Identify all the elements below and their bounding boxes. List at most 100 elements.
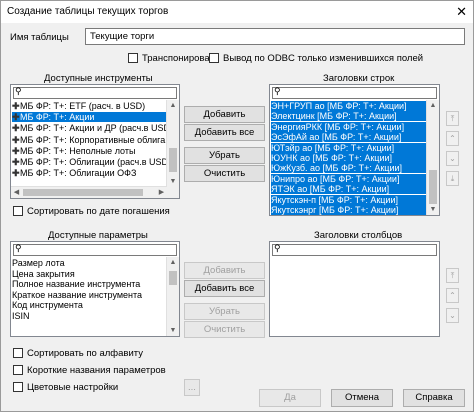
- parameters-list[interactable]: ⚲ Размер лота Цена закрытия Полное названи…: [10, 241, 180, 337]
- color-settings-more-button[interactable]: ...: [184, 379, 200, 396]
- scroll-thumb[interactable]: [169, 148, 177, 172]
- move-bottom-icon[interactable]: ⤓: [446, 171, 459, 186]
- parameters-search[interactable]: ⚲: [13, 243, 177, 256]
- scroll-up-icon[interactable]: ▲: [167, 100, 179, 111]
- remove-button[interactable]: Убрать: [184, 147, 265, 164]
- expand-icon[interactable]: ✚: [12, 135, 20, 145]
- table-name-input[interactable]: Текущие торги: [85, 28, 465, 45]
- parameters-vscroll[interactable]: ▲ ▼: [166, 257, 179, 336]
- row-header-item-label: Якутскэнрг [МБ ФР: Т+: Акции]: [271, 205, 399, 215]
- parameter-item[interactable]: Полное название инструмента: [12, 279, 166, 289]
- parameter-item-label: Размер лота: [12, 258, 65, 268]
- scroll-left-icon[interactable]: ◀: [11, 187, 22, 198]
- clear-button[interactable]: Очистить: [184, 165, 265, 182]
- scroll-down-icon[interactable]: ▼: [427, 204, 439, 215]
- col-headers-search[interactable]: ⚲: [272, 243, 437, 256]
- move-up-icon[interactable]: ⌃: [446, 131, 459, 146]
- short-names-checkbox[interactable]: [13, 365, 23, 375]
- parameter-item[interactable]: Код инструмента: [12, 300, 166, 310]
- expand-icon[interactable]: ✚: [12, 168, 20, 178]
- odbc-checkbox[interactable]: [209, 53, 219, 63]
- row-header-item-label: Якутскэн-п [МБ ФР: Т+: Акции]: [271, 194, 398, 205]
- instrument-item[interactable]: ✚МБ ФР: Т+: Облигации (расч.в USD: [12, 157, 168, 167]
- parameter-item[interactable]: Краткое название инструмента: [12, 290, 166, 300]
- instrument-item[interactable]: ✚МБ ФР: Т+: Облигации ОФЗ: [12, 168, 166, 178]
- instrument-item[interactable]: ✚МБ ФР: Т+: Неполные лоты: [12, 146, 166, 156]
- parameter-item[interactable]: Цена закрытия: [12, 269, 166, 279]
- scroll-down-icon[interactable]: ▼: [167, 325, 179, 336]
- row-headers-search[interactable]: ⚲: [272, 86, 437, 99]
- row-header-item[interactable]: ЭсЭфАй ао [МБ ФР: Т+: Акции]: [271, 132, 426, 143]
- instrument-item-label: МБ ФР: Т+: Акции: [20, 112, 95, 123]
- sort-by-expiry-checkbox[interactable]: [13, 206, 23, 216]
- instruments-vscroll[interactable]: ▲ ▼: [166, 100, 179, 198]
- row-header-item[interactable]: Юнипро ао [МБ ФР: Т+: Акции]: [271, 173, 426, 184]
- instrument-item[interactable]: ✚МБ ФР: Т+: Акции и ДР (расч.в USD: [12, 123, 170, 133]
- col-move-down-icon[interactable]: ⌄: [446, 308, 459, 323]
- row-header-item[interactable]: ЭН+ГРУП ао [МБ ФР: Т+: Акции]: [271, 101, 426, 111]
- expand-icon[interactable]: ✚: [12, 146, 20, 156]
- scroll-thumb[interactable]: [429, 170, 437, 204]
- row-header-item[interactable]: ЮТэйр ао [МБ ФР: Т+: Акции]: [271, 142, 426, 153]
- instrument-item-label: МБ ФР: Т+: Акции и ДР (расч.в USD: [20, 123, 170, 134]
- row-header-item[interactable]: Якутскэнрг [МБ ФР: Т+: Акции]: [271, 205, 426, 215]
- parameter-item[interactable]: ISIN: [12, 311, 166, 321]
- expand-icon[interactable]: ✚: [12, 157, 20, 167]
- parameter-item[interactable]: Размер лота: [12, 258, 166, 268]
- instruments-list[interactable]: ⚲ ✚МБ ФР: Т+: ETF (расч. в USD) ✚МБ ФР: Т…: [10, 84, 180, 199]
- col-move-top-icon[interactable]: ⤒: [446, 268, 459, 283]
- remove-param-button[interactable]: Убрать: [184, 303, 265, 320]
- scroll-down-icon[interactable]: ▼: [167, 176, 179, 187]
- row-header-item-label: ЭН+ГРУП ао [МБ ФР: Т+: Акции]: [271, 101, 407, 111]
- scroll-up-icon[interactable]: ▲: [427, 100, 439, 111]
- cancel-button[interactable]: Отмена: [331, 389, 393, 407]
- instrument-item[interactable]: ✚МБ ФР: Т+: ETF (расч. в USD): [12, 101, 166, 111]
- row-headers-vscroll[interactable]: ▲ ▼: [426, 100, 439, 215]
- row-header-item-label: ЭсЭфАй ао [МБ ФР: Т+: Акции]: [271, 132, 402, 143]
- add-all-param-button[interactable]: Добавить все: [184, 280, 265, 297]
- row-header-item[interactable]: ЭнергияРКК [МБ ФР: Т+: Акции]: [271, 121, 426, 132]
- expand-icon[interactable]: ✚: [12, 101, 20, 111]
- ok-button[interactable]: Да: [259, 389, 321, 407]
- row-header-item-label: ЮУНК ао [МБ ФР: Т+: Акции]: [271, 153, 393, 163]
- row-header-item-label: Юнипро ао [МБ ФР: Т+: Акции]: [271, 173, 400, 184]
- add-param-button[interactable]: Добавить: [184, 262, 265, 279]
- close-icon[interactable]: ✕: [456, 4, 467, 20]
- search-icon: ⚲: [274, 243, 281, 253]
- transpose-checkbox[interactable]: [128, 53, 138, 63]
- col-move-up-icon[interactable]: ⌃: [446, 288, 459, 303]
- move-top-icon[interactable]: ⤒: [446, 111, 459, 126]
- instrument-item[interactable]: ✚МБ ФР: Т+: Корпоративные облига: [12, 135, 166, 145]
- instruments-hscroll[interactable]: ◀ ▶: [11, 186, 167, 198]
- instruments-search[interactable]: ⚲: [13, 86, 177, 99]
- color-settings-checkbox[interactable]: [13, 382, 23, 392]
- instrument-item[interactable]: ✚МБ ФР: Т+: Акции: [12, 112, 166, 123]
- help-button[interactable]: Справка: [403, 389, 465, 407]
- row-header-item[interactable]: Якутскэн-п [МБ ФР: Т+: Акции]: [271, 194, 426, 205]
- move-down-icon[interactable]: ⌄: [446, 151, 459, 166]
- add-all-button[interactable]: Добавить все: [184, 124, 265, 141]
- scroll-thumb[interactable]: [23, 189, 143, 196]
- row-header-item[interactable]: ЯТЭК ао [МБ ФР: Т+: Акции]: [271, 184, 426, 195]
- sort-alpha-checkbox[interactable]: [13, 348, 23, 358]
- transpose-label: Транспонировать: [142, 53, 219, 64]
- short-names-label: Короткие названия параметров: [27, 365, 166, 376]
- col-headers-list[interactable]: ⚲: [269, 241, 440, 337]
- instrument-item-label: МБ ФР: Т+: Неполные лоты: [20, 145, 136, 156]
- dialog-window: Создание таблицы текущих торгов ✕ Имя та…: [0, 0, 474, 412]
- instrument-item-label: МБ ФР: Т+: ETF (расч. в USD): [20, 101, 146, 111]
- scroll-right-icon[interactable]: ▶: [156, 187, 167, 198]
- row-header-item[interactable]: Электцинк [МБ ФР: Т+: Акции]: [271, 111, 426, 122]
- scroll-up-icon[interactable]: ▲: [167, 257, 179, 268]
- clear-param-button[interactable]: Очистить: [184, 321, 265, 338]
- instrument-item-label: МБ ФР: Т+: Облигации ОФЗ: [20, 168, 137, 179]
- row-header-item[interactable]: ЮжКузб. ао [МБ ФР: Т+: Акции]: [271, 163, 426, 174]
- expand-icon[interactable]: ✚: [12, 112, 20, 122]
- row-header-item[interactable]: ЮУНК ао [МБ ФР: Т+: Акции]: [271, 153, 426, 163]
- search-icon: ⚲: [15, 243, 22, 253]
- row-headers-list[interactable]: ⚲ ЭН+ГРУП ао [МБ ФР: Т+: Акции] Электцинк…: [269, 84, 440, 216]
- parameter-item-label: Краткое название инструмента: [12, 289, 143, 300]
- add-button[interactable]: Добавить: [184, 106, 265, 123]
- scroll-thumb[interactable]: [169, 271, 177, 285]
- expand-icon[interactable]: ✚: [12, 123, 20, 133]
